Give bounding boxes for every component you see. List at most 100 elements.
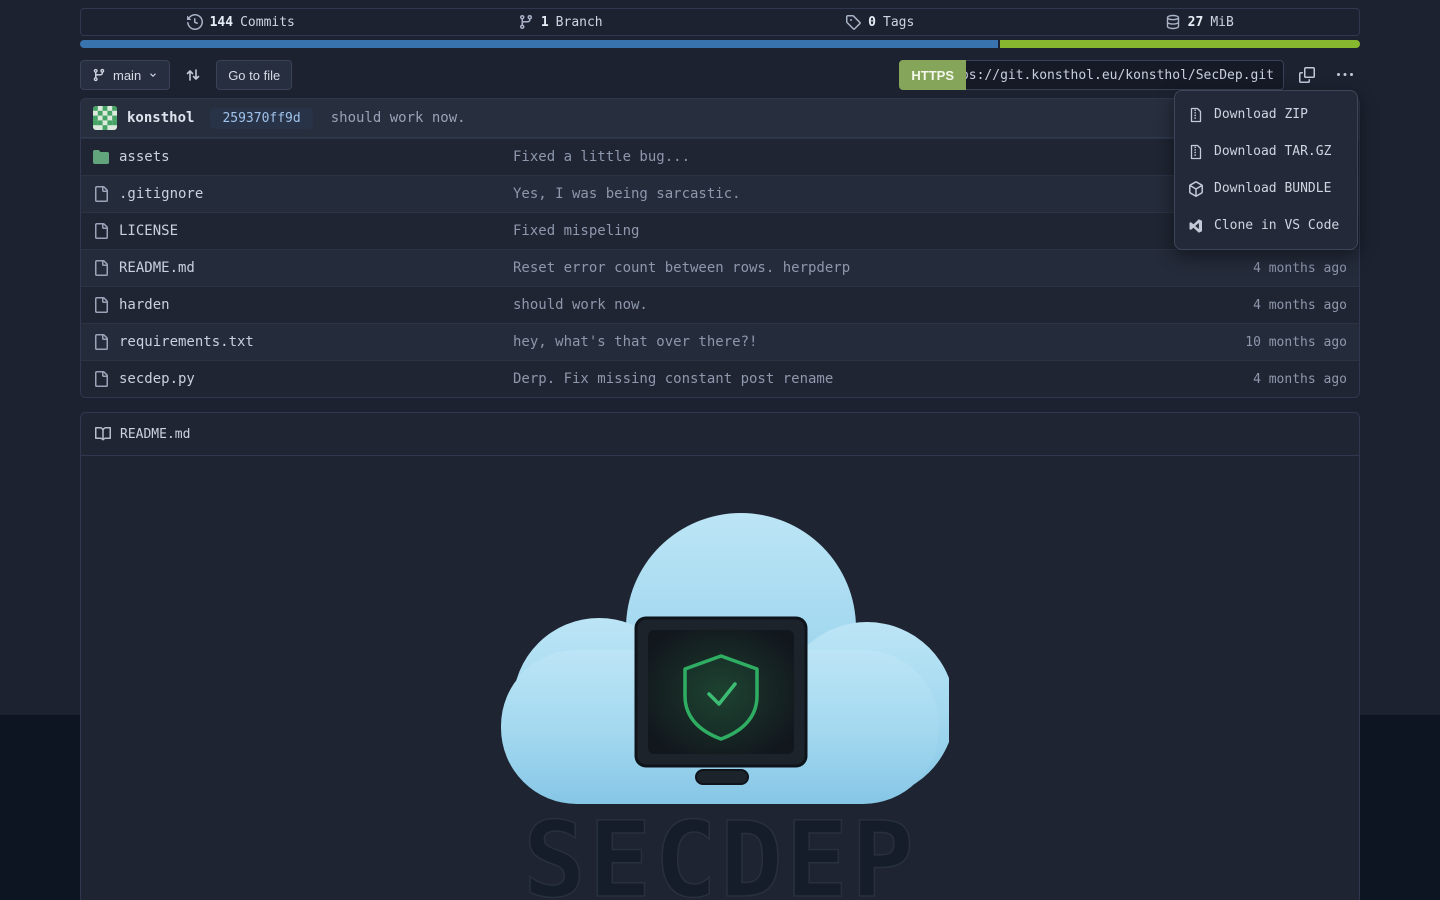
stat-commits[interactable]: 144 Commits <box>81 9 401 35</box>
file-name-link[interactable]: .gitignore <box>119 186 203 202</box>
file-time: 4 months ago <box>1177 261 1347 276</box>
download-dropdown-menu: Download ZIP Download TAR.GZ Download BU… <box>1174 90 1358 250</box>
archive-file-icon <box>1188 144 1204 160</box>
language-segment-blue <box>80 40 1000 48</box>
file-time: 4 months ago <box>1177 298 1347 313</box>
package-icon <box>1188 181 1204 197</box>
stat-size[interactable]: 27 MiB <box>1040 9 1360 35</box>
clone-url-input[interactable]: https://git.konsthol.eu/konsthol/SecDep.… <box>966 60 1284 90</box>
branch-label: Branch <box>556 15 603 30</box>
clone-panel: HTTPS https://git.konsthol.eu/konsthol/S… <box>899 60 1360 90</box>
menu-item-clone-vscode[interactable]: Clone in VS Code <box>1175 207 1357 244</box>
file-name-cell: README.md <box>93 260 513 276</box>
stat-branches[interactable]: 1 Branch <box>401 9 721 35</box>
avatar[interactable] <box>93 106 117 130</box>
language-segment-green <box>1000 40 1360 48</box>
branch-icon <box>518 14 534 30</box>
commits-label: Commits <box>240 15 295 30</box>
readme-filename: README.md <box>120 427 190 442</box>
file-name-cell: harden <box>93 297 513 313</box>
tag-icon <box>845 14 861 30</box>
repo-stats-bar: 144 Commits 1 Branch 0 Tags 27 MiB <box>80 8 1360 36</box>
menu-item-label: Download TAR.GZ <box>1214 144 1331 159</box>
commit-message-link[interactable]: hey, what's that over there?! <box>513 334 1177 350</box>
commit-message-link[interactable]: Derp. Fix missing constant post rename <box>513 371 1177 387</box>
folder-icon <box>93 149 109 165</box>
stat-tags[interactable]: 0 Tags <box>720 9 1040 35</box>
commit-message-link[interactable]: Reset error count between rows. herpderp <box>513 260 1177 276</box>
file-name-cell: requirements.txt <box>93 334 513 350</box>
copy-icon <box>1299 67 1315 83</box>
readme-content: SECDEP <box>81 456 1359 900</box>
commit-message-link[interactable]: Fixed mispeling <box>513 223 1177 239</box>
commit-hash-badge[interactable]: 259370ff9d <box>210 108 312 129</box>
menu-item-label: Download BUNDLE <box>1214 181 1331 196</box>
commit-message-link[interactable]: Yes, I was being sarcastic. <box>513 186 1177 202</box>
repo-toolbar: main Go to file HTTPS https://git.konsth… <box>80 60 1360 90</box>
table-row[interactable]: LICENSE Fixed mispeling <box>81 212 1359 249</box>
menu-item-download-bundle[interactable]: Download BUNDLE <box>1175 170 1357 207</box>
database-icon <box>1165 14 1181 30</box>
vscode-icon <box>1188 218 1204 234</box>
file-name-cell: assets <box>93 149 513 165</box>
file-icon <box>93 260 109 276</box>
file-icon <box>93 223 109 239</box>
file-name-link[interactable]: secdep.py <box>119 371 195 387</box>
https-protocol-button[interactable]: HTTPS <box>899 60 966 90</box>
file-name-cell: secdep.py <box>93 371 513 387</box>
menu-item-label: Download ZIP <box>1214 107 1308 122</box>
book-icon <box>95 426 111 442</box>
menu-item-label: Clone in VS Code <box>1214 218 1339 233</box>
secdep-logo: SECDEP <box>491 508 949 900</box>
readme-header[interactable]: README.md <box>81 413 1359 456</box>
file-name-link[interactable]: assets <box>119 149 170 165</box>
file-name-cell: .gitignore <box>93 186 513 202</box>
branch-count: 1 <box>541 15 549 30</box>
commit-message-link[interactable]: should work now. <box>513 297 1177 313</box>
file-time: 4 months ago <box>1177 372 1347 387</box>
commit-author-link[interactable]: konsthol <box>127 110 194 126</box>
tags-label: Tags <box>883 15 914 30</box>
commit-message-link[interactable]: Fixed a little bug... <box>513 149 1177 165</box>
table-row[interactable]: harden should work now. 4 months ago <box>81 286 1359 323</box>
repo-page: 144 Commits 1 Branch 0 Tags 27 MiB main <box>80 0 1360 900</box>
zip-file-icon <box>1188 107 1204 123</box>
file-icon <box>93 371 109 387</box>
file-icon <box>93 186 109 202</box>
more-options-button[interactable] <box>1330 60 1360 90</box>
readme-section: README.md <box>80 412 1360 900</box>
file-name-link[interactable]: README.md <box>119 260 195 276</box>
table-row[interactable]: secdep.py Derp. Fix missing constant pos… <box>81 360 1359 397</box>
menu-item-download-targz[interactable]: Download TAR.GZ <box>1175 133 1357 170</box>
language-bar[interactable] <box>80 40 1360 48</box>
size-count: 27 <box>1188 15 1204 30</box>
file-name-link[interactable]: harden <box>119 297 170 313</box>
file-name-link[interactable]: requirements.txt <box>119 334 254 350</box>
kebab-icon <box>1337 67 1353 83</box>
history-icon <box>187 14 203 30</box>
table-row[interactable]: requirements.txt hey, what's that over t… <box>81 323 1359 360</box>
logo-wordmark: SECDEP <box>523 799 917 900</box>
file-name-link[interactable]: LICENSE <box>119 223 178 239</box>
table-row[interactable]: assets Fixed a little bug... <box>81 138 1359 175</box>
copy-url-button[interactable] <box>1292 60 1322 90</box>
file-name-cell: LICENSE <box>93 223 513 239</box>
file-icon <box>93 334 109 350</box>
file-icon <box>93 297 109 313</box>
menu-item-download-zip[interactable]: Download ZIP <box>1175 96 1357 133</box>
branch-icon <box>92 68 106 82</box>
file-time: 10 months ago <box>1177 335 1347 350</box>
table-row[interactable]: .gitignore Yes, I was being sarcastic. <box>81 175 1359 212</box>
tags-count: 0 <box>868 15 876 30</box>
branch-name: main <box>113 68 141 83</box>
compare-button[interactable] <box>178 60 208 90</box>
chevron-down-icon <box>148 70 158 80</box>
latest-commit-row: konsthol 259370ff9d should work now. <box>81 99 1359 138</box>
go-to-file-button[interactable]: Go to file <box>216 60 292 90</box>
compare-icon <box>185 67 201 83</box>
branch-selector[interactable]: main <box>80 60 170 90</box>
clone-url-group: HTTPS https://git.konsthol.eu/konsthol/S… <box>899 60 1284 90</box>
table-row[interactable]: README.md Reset error count between rows… <box>81 249 1359 286</box>
latest-commit-message[interactable]: should work now. <box>331 110 466 126</box>
size-label: MiB <box>1210 15 1233 30</box>
